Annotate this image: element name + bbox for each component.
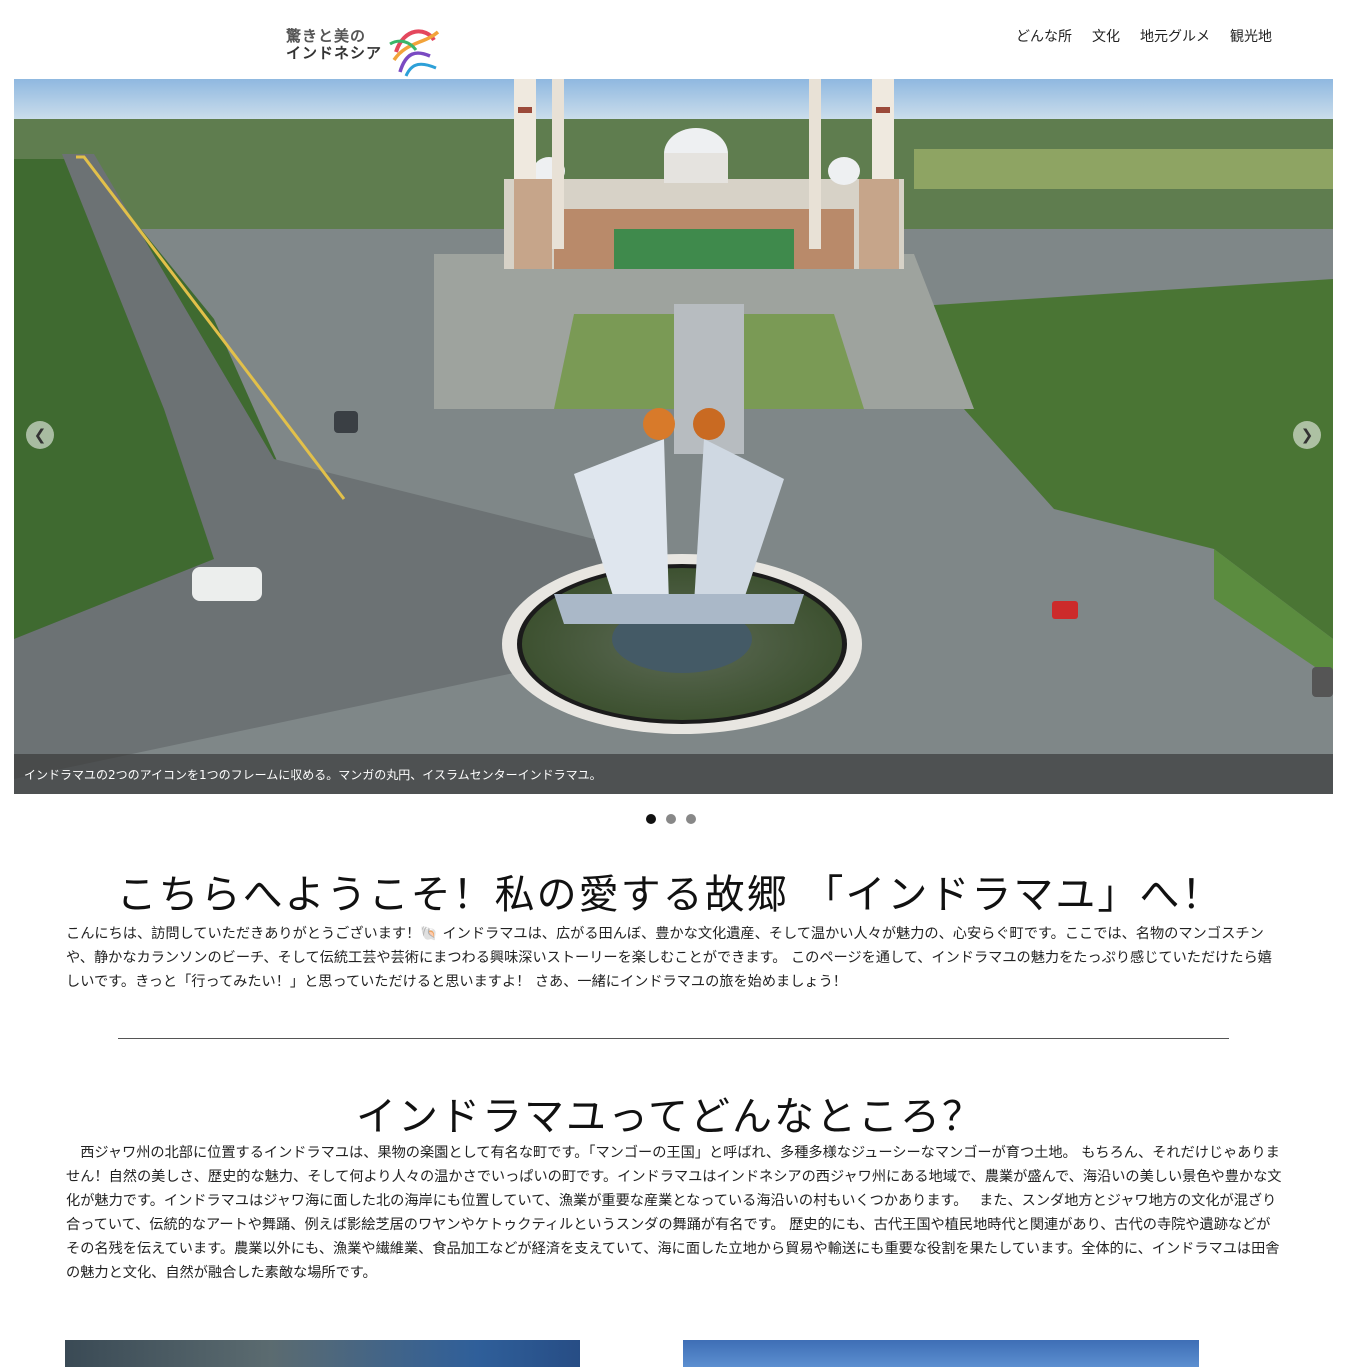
about-text: 西ジャワ州の北部に位置するインドラマユは、果物の楽園として有名な町です。「マンゴ… (66, 1145, 1282, 1281)
carousel-dot-2[interactable] (666, 814, 676, 824)
carousel-dot-3[interactable] (686, 814, 696, 824)
carousel-caption: インドラマユの2つのアイコンを1つのフレームに収める。マンガの丸円、イスラムセン… (24, 768, 602, 782)
welcome-text: こんにちは、訪問していただきありがとうございます！🐚 インドラマユは、広がる田ん… (66, 926, 1272, 990)
nav-link-food[interactable]: 地元グルメ (1140, 26, 1210, 46)
carousel-dot-1[interactable] (646, 814, 656, 824)
chevron-left-icon: ❮ (33, 426, 47, 444)
site-header: 驚きと美の インドネシア どんな所 文化 地元グルメ 観光地 (0, 0, 1350, 78)
logo-text: 驚きと美の インドネシア (286, 28, 382, 62)
logo-line1: 驚きと美の (286, 27, 367, 45)
welcome-title: こちらへようこそ！私の愛する故郷 「インドラマユ」へ！ (116, 872, 1224, 918)
hero-carousel[interactable]: ❮ ❯ インドラマユの2つのアイコンを1つのフレームに収める。マンガの丸円、イス… (14, 79, 1333, 794)
logo-swirl-icon (389, 29, 440, 77)
logo-line2: インドネシア (286, 44, 383, 62)
about-title: インドラマユってどんなところ？ (356, 1094, 984, 1140)
carousel-prev-button[interactable]: ❮ (26, 421, 54, 449)
nav-link-place[interactable]: どんな所 (1016, 26, 1072, 46)
section-divider (118, 1038, 1229, 1039)
main-nav: どんな所 文化 地元グルメ 観光地 (1016, 26, 1272, 46)
chevron-right-icon: ❯ (1300, 426, 1314, 444)
sky-image (683, 1340, 1199, 1367)
site-logo[interactable]: 驚きと美の インドネシア (286, 22, 446, 80)
hero-image (14, 79, 1333, 779)
nav-link-culture[interactable]: 文化 (1092, 26, 1120, 46)
carousel-indicators (646, 814, 696, 824)
carousel-next-button[interactable]: ❯ (1293, 421, 1321, 449)
caption-bar: インドラマユの2つのアイコンを1つのフレームに収める。マンガの丸円、イスラムセン… (14, 754, 1333, 794)
map-image (65, 1340, 580, 1367)
nav-link-sightseeing[interactable]: 観光地 (1230, 26, 1272, 46)
